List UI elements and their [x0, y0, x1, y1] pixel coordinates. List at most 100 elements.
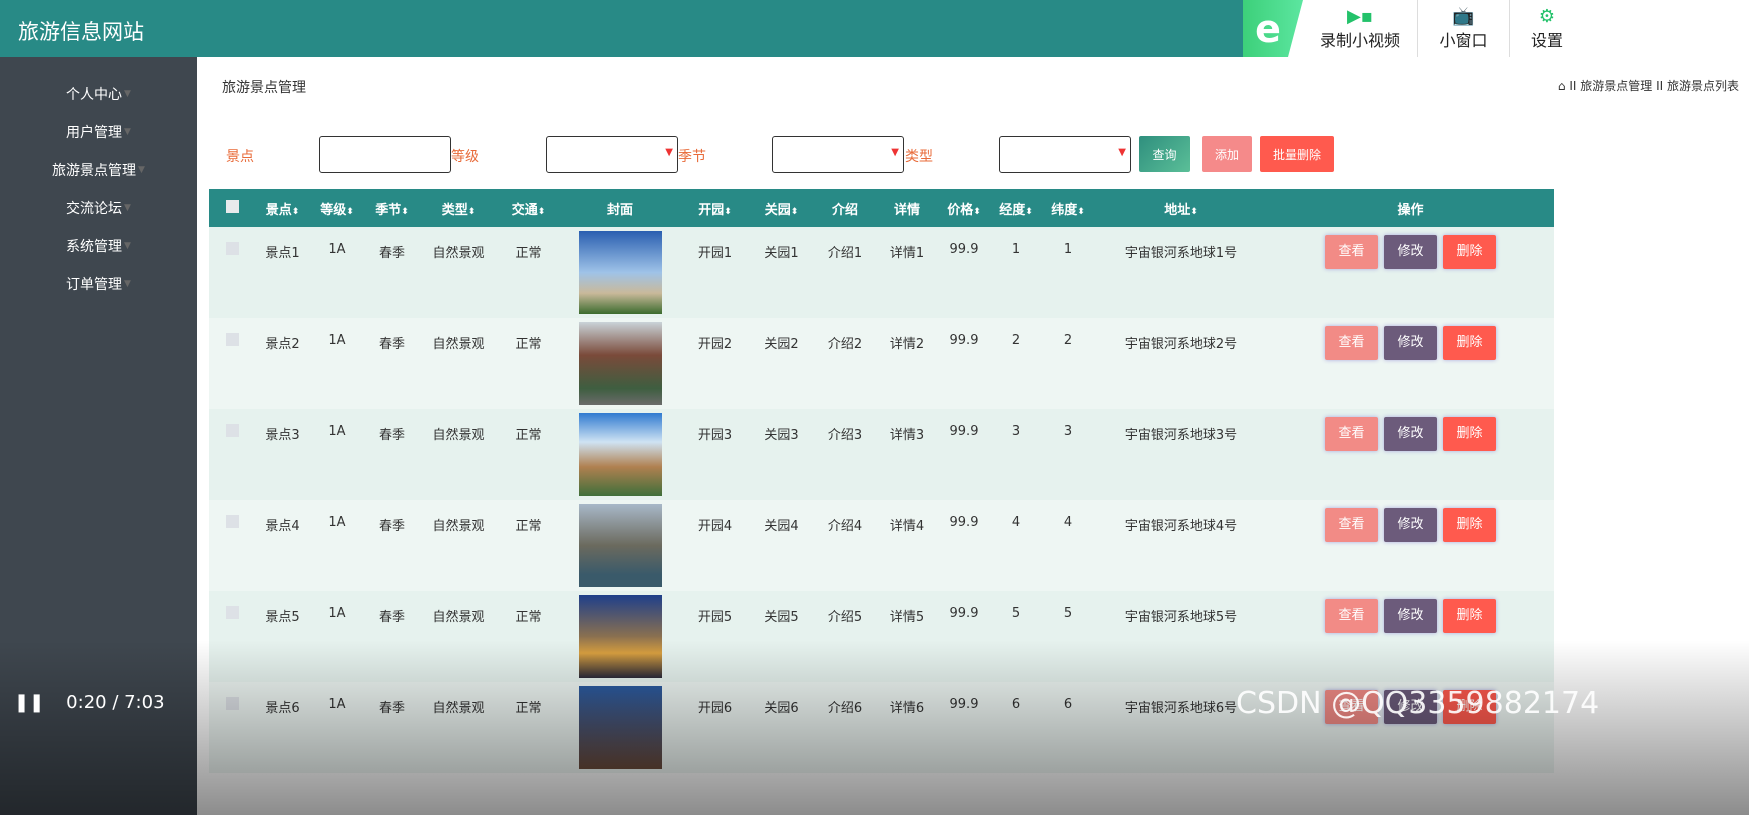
- cell: 介绍6: [827, 701, 863, 716]
- sidebar-item[interactable]: 交流论坛 ▼: [0, 189, 197, 227]
- edit-button[interactable]: 修改: [1384, 235, 1437, 269]
- sort-icon[interactable]: ⬍: [1190, 207, 1198, 217]
- sort-icon[interactable]: ⬍: [1077, 207, 1085, 217]
- breadcrumb-item[interactable]: 旅游景点管理: [1580, 79, 1652, 93]
- cell: 1A: [328, 424, 346, 439]
- cover-image: [560, 227, 680, 318]
- caret-down-icon: ▼: [124, 279, 131, 289]
- select-all-checkbox[interactable]: [209, 189, 255, 227]
- cell: 正常: [515, 519, 542, 534]
- sort-icon[interactable]: ⬍: [346, 207, 354, 217]
- cell: 景点2: [265, 337, 300, 352]
- cover-image: [560, 318, 680, 409]
- row-checkbox[interactable]: [209, 591, 255, 682]
- delete-button[interactable]: 删除: [1443, 235, 1496, 269]
- record-video-button[interactable]: ▶▪ 录制小视频: [1303, 0, 1418, 57]
- view-button[interactable]: 查看: [1325, 417, 1378, 451]
- delete-button[interactable]: 删除: [1443, 508, 1496, 542]
- cover-image: [560, 591, 680, 682]
- view-button[interactable]: 查看: [1325, 326, 1378, 360]
- column-header[interactable]: 开园⬍: [680, 189, 750, 227]
- cell: 关园6: [764, 701, 799, 716]
- chevron-down-icon: ▼: [665, 147, 673, 158]
- filter-label-type: 类型: [905, 149, 933, 165]
- season-select[interactable]: ▼: [772, 136, 904, 173]
- sidebar-item[interactable]: 旅游景点管理 ▼: [0, 151, 197, 189]
- sidebar-item[interactable]: 用户管理 ▼: [0, 113, 197, 151]
- sidebar-item[interactable]: 系统管理 ▼: [0, 227, 197, 265]
- row-checkbox[interactable]: [209, 409, 255, 500]
- cell: 1A: [328, 697, 346, 712]
- level-select[interactable]: ▼: [546, 136, 678, 173]
- column-header[interactable]: 等级⬍: [310, 189, 364, 227]
- watermark: CSDN @QQ3359882174: [1236, 686, 1600, 721]
- pause-icon[interactable]: ❚❚: [14, 692, 44, 713]
- sort-icon[interactable]: ⬍: [973, 207, 981, 217]
- settings-button[interactable]: ⚙ 设置: [1510, 0, 1584, 57]
- sort-icon[interactable]: ⬍: [1025, 207, 1033, 217]
- sort-icon[interactable]: ⬍: [468, 207, 476, 217]
- delete-button[interactable]: 删除: [1443, 326, 1496, 360]
- filter-bar: 景点 等级 ▼ 季节 ▼ 类型 ▼ 查询 添加 批量删除: [197, 136, 1397, 173]
- video-record-icon: ▶▪: [1346, 5, 1374, 27]
- view-button[interactable]: 查看: [1325, 508, 1378, 542]
- cell: 正常: [515, 428, 542, 443]
- view-button[interactable]: 查看: [1325, 599, 1378, 633]
- top-bar: 旅游信息网站 e ▶▪ 录制小视频 📺 小窗口 ⚙ 设置: [0, 0, 1749, 57]
- cell: 1: [1063, 242, 1073, 257]
- cell: 正常: [515, 610, 542, 625]
- edit-button[interactable]: 修改: [1384, 599, 1437, 633]
- column-header: 操作: [1397, 202, 1424, 218]
- sort-icon[interactable]: ⬍: [724, 207, 732, 217]
- cell: 宇宙银河系地球1号: [1124, 246, 1238, 261]
- column-header[interactable]: 季节⬍: [364, 189, 420, 227]
- video-time: 0:20 / 7:03: [66, 692, 165, 713]
- cell: 开园6: [697, 701, 733, 716]
- sidebar-item[interactable]: 订单管理 ▼: [0, 265, 197, 303]
- row-checkbox[interactable]: [209, 500, 255, 591]
- sort-icon[interactable]: ⬍: [401, 207, 409, 217]
- column-header[interactable]: 价格⬍: [937, 189, 991, 227]
- query-button[interactable]: 查询: [1139, 136, 1190, 172]
- cell: 春季: [378, 610, 405, 625]
- edit-button[interactable]: 修改: [1384, 326, 1437, 360]
- home-icon[interactable]: ⌂: [1558, 79, 1566, 93]
- column-header[interactable]: 关园⬍: [750, 189, 813, 227]
- mini-window-button[interactable]: 📺 小窗口: [1418, 0, 1510, 57]
- cell: 3: [1011, 424, 1021, 439]
- cell: 开园4: [697, 519, 733, 534]
- row-actions: 查看 修改 删除: [1267, 227, 1554, 318]
- sort-icon[interactable]: ⬍: [791, 207, 799, 217]
- type-select[interactable]: ▼: [999, 136, 1131, 173]
- column-header[interactable]: 经度⬍: [991, 189, 1041, 227]
- row-actions: 查看 修改 删除: [1267, 318, 1554, 409]
- edit-button[interactable]: 修改: [1384, 417, 1437, 451]
- row-checkbox[interactable]: [209, 682, 255, 773]
- cell: 关园4: [764, 519, 799, 534]
- add-button[interactable]: 添加: [1202, 136, 1252, 172]
- cell: 1A: [328, 242, 346, 257]
- row-checkbox[interactable]: [209, 318, 255, 409]
- column-header[interactable]: 交通⬍: [497, 189, 560, 227]
- cover-image: [560, 500, 680, 591]
- edit-button[interactable]: 修改: [1384, 508, 1437, 542]
- name-input[interactable]: [319, 136, 451, 173]
- delete-button[interactable]: 删除: [1443, 417, 1496, 451]
- column-header[interactable]: 地址⬍: [1095, 189, 1267, 227]
- cell: 1A: [328, 515, 346, 530]
- caret-down-icon: ▼: [138, 165, 145, 175]
- cell: 2: [1063, 333, 1073, 348]
- view-button[interactable]: 查看: [1325, 235, 1378, 269]
- cell: 5: [1063, 606, 1073, 621]
- sidebar-item[interactable]: 个人中心 ▼: [0, 75, 197, 113]
- row-checkbox[interactable]: [209, 227, 255, 318]
- column-header[interactable]: 类型⬍: [420, 189, 497, 227]
- column-header[interactable]: 纬度⬍: [1041, 189, 1095, 227]
- column-header[interactable]: 景点⬍: [255, 189, 310, 227]
- sort-icon[interactable]: ⬍: [292, 207, 300, 217]
- table-row: 景点5 1A 春季 自然景观 正常 开园5 关园5 介绍5 详情5 99.9 5 5 宇宙银河系地球5号…: [209, 591, 1554, 682]
- sort-icon[interactable]: ⬍: [538, 207, 546, 217]
- cell: 自然景观: [432, 428, 485, 443]
- batch-delete-button[interactable]: 批量删除: [1260, 136, 1334, 172]
- delete-button[interactable]: 删除: [1443, 599, 1496, 633]
